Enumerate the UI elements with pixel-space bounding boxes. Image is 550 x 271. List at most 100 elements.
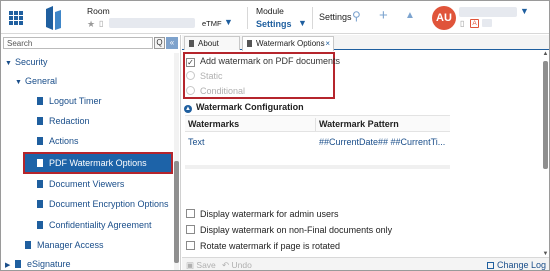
option-label: Rotate watermark if page is rotated <box>200 241 341 251</box>
change-log-label: Change Log <box>496 260 546 270</box>
document-icon <box>37 180 43 188</box>
undo-label: Undo <box>231 260 252 270</box>
search-button[interactable]: Q <box>154 37 165 49</box>
add-watermark-option[interactable]: ✓ Add watermark on PDF documents <box>186 54 340 68</box>
star-icon[interactable]: ★ <box>87 19 95 30</box>
tree-item-label: Redaction <box>49 116 90 126</box>
save-button[interactable]: ▣ Save <box>186 259 216 270</box>
conditional-label: Conditional <box>200 86 246 96</box>
tree-item-redaction[interactable]: Redaction <box>37 112 90 130</box>
room-selector[interactable]: Room ★ ▯ eTMF ▼ <box>87 4 237 32</box>
user-role-badge: A <box>470 19 479 28</box>
table-row[interactable]: Text ##CurrentDate## ##CurrentTi... <box>185 132 450 151</box>
tab-label: Watermark Options <box>256 39 325 48</box>
chevron-down-icon[interactable]: ▼ <box>224 17 233 27</box>
tree-item-label: Manager Access <box>37 240 104 250</box>
caret-down-icon[interactable]: ▼ <box>5 55 15 73</box>
module-selector[interactable]: Module Settings ▼ <box>256 4 311 32</box>
chevron-down-icon[interactable]: ▼ <box>520 6 529 16</box>
bell-icon[interactable]: ▲ <box>405 10 415 21</box>
plus-icon[interactable]: + <box>379 7 388 24</box>
tree-item-label: Document Viewers <box>49 179 125 189</box>
tree-item-label: General <box>25 76 58 86</box>
tree-item-security[interactable]: ▼ Security <box>5 53 48 71</box>
tree-item-esignature[interactable]: ▶ eSignature <box>5 255 71 270</box>
search-icon[interactable]: ⚲ <box>352 9 361 23</box>
search-input[interactable] <box>3 37 153 49</box>
admin-users-option[interactable]: Display watermark for admin users <box>186 207 339 221</box>
watermark-options-form: ✓ Add watermark on PDF documents Static C… <box>182 51 540 257</box>
document-icon <box>37 200 43 208</box>
tree-item-pdf-watermark-options[interactable]: PDF Watermark Options <box>23 152 173 174</box>
tree-item-actions[interactable]: Actions <box>37 132 79 150</box>
caret-down-icon[interactable]: ▼ <box>15 74 25 92</box>
settings-label: Settings <box>319 12 352 22</box>
conditional-radio[interactable] <box>186 86 195 95</box>
content-scrollbar[interactable]: ▲ ▼ <box>542 51 549 257</box>
tree-item-label: Confidentiality Agreement <box>49 220 152 230</box>
scrollbar-thumb[interactable] <box>543 61 548 169</box>
close-icon[interactable]: × <box>325 37 330 50</box>
section-title: Watermark Configuration <box>196 102 304 112</box>
collapse-section-icon[interactable]: ▲ <box>184 105 192 113</box>
scroll-up-icon[interactable]: ▲ <box>542 51 549 57</box>
column-divider <box>315 118 316 131</box>
tree-item-general[interactable]: ▼ General <box>15 72 57 90</box>
tab-label: About <box>198 39 219 48</box>
settings-content-panel: About Watermark Options × ✓ Add watermark… <box>182 35 549 270</box>
mobile-icon: ▯ <box>460 19 465 28</box>
save-icon: ▣ <box>186 260 197 270</box>
tree-scrollbar[interactable] <box>174 53 179 270</box>
app-grid-icon[interactable] <box>9 11 23 25</box>
mobile-icon: ▯ <box>99 19 104 28</box>
undo-button[interactable]: ↶ Undo <box>222 259 252 270</box>
tree-item-document-encryption-options[interactable]: Document Encryption Options <box>37 195 169 213</box>
tree-item-label: Actions <box>49 136 79 146</box>
tree-item-manager-access[interactable]: Manager Access <box>25 236 104 254</box>
module-title: Module <box>256 6 284 16</box>
non-final-option[interactable]: Display watermark on non-Final documents… <box>186 223 392 237</box>
column-header-watermarks[interactable]: Watermarks <box>188 116 308 133</box>
chevron-down-icon[interactable]: ▼ <box>298 18 307 28</box>
settings-tree-panel: Q « ▼Security ▼General Logout Timer Reda… <box>1 35 181 270</box>
document-icon <box>37 117 43 125</box>
document-icon <box>37 97 43 105</box>
column-header-watermark-pattern[interactable]: Watermark Pattern <box>319 116 447 133</box>
tree-item-logout-timer[interactable]: Logout Timer <box>37 92 102 110</box>
logo-icon[interactable] <box>43 6 63 30</box>
conditional-option[interactable]: Conditional <box>186 84 245 98</box>
caret-right-icon[interactable]: ▶ <box>5 257 15 270</box>
non-final-checkbox[interactable] <box>186 225 195 234</box>
table-horizontal-scrollbar[interactable] <box>185 165 450 169</box>
save-label: Save <box>196 260 216 270</box>
rotate-checkbox[interactable] <box>186 241 195 250</box>
room-tag: eTMF <box>202 19 222 28</box>
divider <box>247 7 248 29</box>
tree-item-label: eSignature <box>27 259 71 269</box>
document-icon <box>25 241 31 249</box>
add-watermark-checkbox[interactable]: ✓ <box>186 58 195 67</box>
tree-item-label: PDF Watermark Options <box>49 158 147 168</box>
tree-item-confidentiality-agreement[interactable]: Confidentiality Agreement <box>37 216 152 234</box>
tree-item-document-viewers[interactable]: Document Viewers <box>37 175 124 193</box>
add-watermark-label: Add watermark on PDF documents <box>200 56 341 66</box>
tab-watermark-options[interactable]: Watermark Options × <box>242 36 334 51</box>
user-name-redacted <box>459 7 517 17</box>
collapse-panel-button[interactable]: « <box>166 37 178 49</box>
static-label: Static <box>200 71 223 81</box>
watermark-configuration-header[interactable]: ▲ Watermark Configuration <box>184 100 304 114</box>
admin-users-checkbox[interactable] <box>186 209 195 218</box>
scrollbar-thumb[interactable] <box>174 161 179 263</box>
avatar[interactable]: AU <box>432 6 456 30</box>
option-label: Display watermark on non-Final documents… <box>200 225 393 235</box>
static-option[interactable]: Static <box>186 69 223 83</box>
tab-about[interactable]: About <box>184 36 240 50</box>
watermark-cell: Text <box>188 137 205 147</box>
option-label: Display watermark for admin users <box>200 209 339 219</box>
rotate-option[interactable]: Rotate watermark if page is rotated <box>186 239 340 253</box>
document-icon <box>15 260 21 268</box>
change-log-link[interactable]: Change Log <box>486 259 546 270</box>
document-icon <box>189 40 194 47</box>
static-radio[interactable] <box>186 71 195 80</box>
user-sub-redacted <box>482 19 492 27</box>
